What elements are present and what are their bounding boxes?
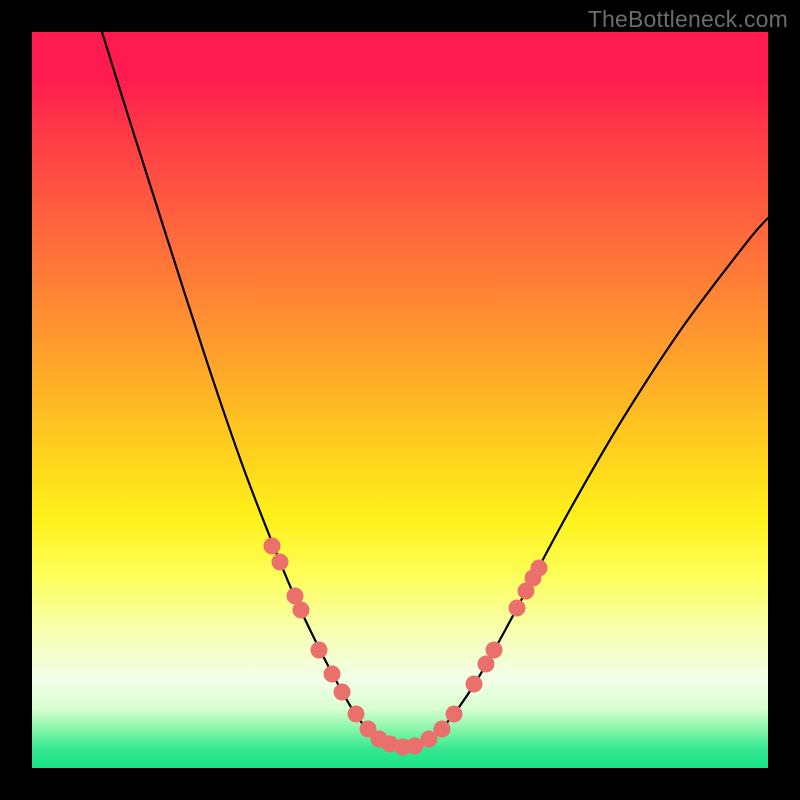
data-dot [311, 642, 328, 659]
data-dot [466, 676, 483, 693]
data-dot [509, 600, 526, 617]
data-dot [264, 538, 281, 555]
data-dot [446, 706, 463, 723]
data-dot [486, 642, 503, 659]
chart-frame: TheBottleneck.com [0, 0, 800, 800]
data-dot [348, 706, 365, 723]
plot-area [32, 32, 768, 768]
data-dot [324, 666, 341, 683]
data-dot [334, 684, 351, 701]
watermark-text: TheBottleneck.com [588, 6, 788, 33]
data-dot [531, 560, 548, 577]
data-dot [434, 721, 451, 738]
chart-svg [32, 32, 768, 768]
data-dots [264, 538, 548, 756]
v-curve [102, 32, 768, 747]
data-dot [293, 602, 310, 619]
data-dot [272, 554, 289, 571]
